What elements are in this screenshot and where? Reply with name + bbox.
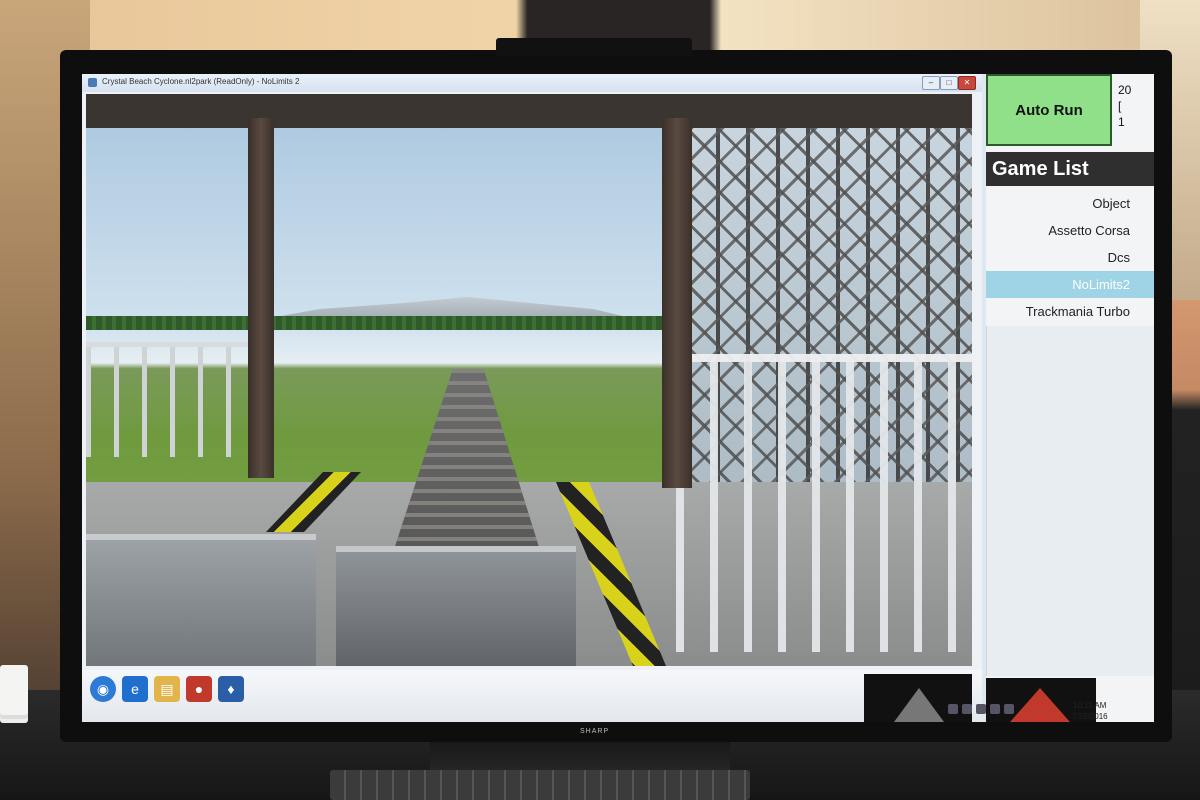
maximize-button[interactable]: □ <box>940 76 958 90</box>
roof-post-left <box>248 118 274 478</box>
game-viewport[interactable] <box>86 94 972 666</box>
treeline <box>86 316 686 330</box>
ie-icon[interactable]: e <box>122 676 148 702</box>
roof-post-right <box>662 118 692 488</box>
close-button[interactable]: ✕ <box>958 76 976 90</box>
game-list-item[interactable]: Assetto Corsa <box>986 217 1154 244</box>
monitor-brand: SHARP <box>580 728 610 735</box>
tray-icon[interactable] <box>1004 704 1014 714</box>
app-icon <box>88 78 97 87</box>
tray-icon[interactable] <box>948 704 958 714</box>
game-preview-thumbnail[interactable] <box>864 674 972 722</box>
tray-icon[interactable] <box>990 704 1000 714</box>
clock-line-1: 20 <box>1118 83 1132 97</box>
monitor: Crystal Beach Cyclone.nl2park (ReadOnly)… <box>60 50 1172 742</box>
station-railing-right <box>676 354 972 652</box>
clock-line-3: 1 <box>1118 115 1125 129</box>
game-list-empty-area <box>986 326 1154 676</box>
station-roof <box>86 94 972 128</box>
keyboard <box>330 770 750 800</box>
tray-icon[interactable] <box>962 704 972 714</box>
game-list-item[interactable]: Object <box>986 190 1154 217</box>
taskbar: ◉ e ▤ ● ♦ <box>82 670 982 722</box>
webcam <box>496 38 692 56</box>
game-list-item-selected[interactable]: NoLimits2 <box>986 271 1154 298</box>
window-title: Crystal Beach Cyclone.nl2park (ReadOnly)… <box>102 77 300 86</box>
coaster-car-left <box>86 534 316 666</box>
screen: Crystal Beach Cyclone.nl2park (ReadOnly)… <box>82 74 1154 722</box>
game-list-title: Game List <box>986 152 1154 186</box>
coaster-car-front <box>336 546 576 666</box>
clock-date: 7/28/2016 <box>1072 712 1108 721</box>
panel-clock-partial: 20 [ 1 <box>1118 82 1131 130</box>
window-titlebar[interactable]: Crystal Beach Cyclone.nl2park (ReadOnly)… <box>82 74 982 92</box>
station-railing-left <box>86 342 256 457</box>
system-tray[interactable] <box>948 704 1014 714</box>
app-red-icon[interactable]: ● <box>186 676 212 702</box>
start-orb-icon[interactable]: ◉ <box>90 676 116 702</box>
game-list-item[interactable]: Trackmania Turbo <box>986 298 1154 325</box>
clock-time: 10:11 AM <box>1073 701 1107 710</box>
system-clock[interactable]: 10:11 AM 7/28/2016 <box>1072 700 1108 722</box>
tray-icon[interactable] <box>976 704 986 714</box>
game-list-item[interactable]: Dcs <box>986 244 1154 271</box>
clock-line-2: [ <box>1118 99 1122 113</box>
explorer-folder-icon[interactable]: ▤ <box>154 676 180 702</box>
app-blue-icon[interactable]: ♦ <box>218 676 244 702</box>
game-list: Object Assetto Corsa Dcs NoLimits2 Track… <box>986 190 1154 325</box>
paper-stack <box>0 665 28 715</box>
game-window: Crystal Beach Cyclone.nl2park (ReadOnly)… <box>82 74 982 670</box>
auto-run-button[interactable]: Auto Run <box>986 74 1112 146</box>
minimize-button[interactable]: – <box>922 76 940 90</box>
